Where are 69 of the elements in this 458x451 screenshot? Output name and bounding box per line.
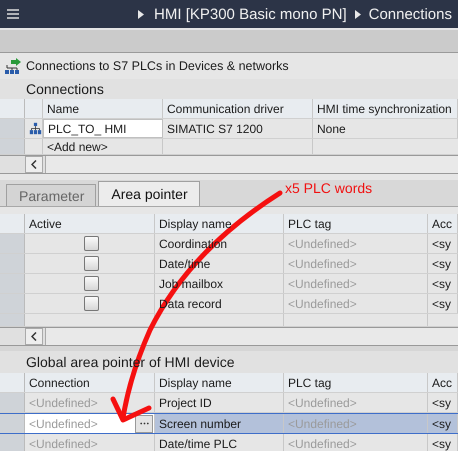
section-header: Connections — [0, 79, 458, 99]
checkbox[interactable] — [84, 256, 99, 271]
tab[interactable]: Area pointer — [98, 181, 200, 206]
row-header[interactable] — [0, 414, 25, 433]
table-cell: <sy — [428, 254, 458, 273]
column-header: Acc — [428, 373, 458, 392]
table-cell: <sy — [428, 393, 458, 412]
table-cell: <Undefined> — [25, 434, 155, 451]
column-header: Name — [43, 99, 163, 118]
table-row[interactable]: <Undefined> Date/time PLC <Undefined> <sy — [0, 434, 458, 451]
checkbox[interactable] — [84, 276, 99, 291]
tab[interactable]: Parameter — [6, 184, 96, 206]
column-header: Display name — [155, 214, 284, 233]
menu-icon[interactable] — [6, 9, 20, 19]
column-header: HMI time synchronization — [313, 99, 458, 118]
table-cell: SIMATIC S7 1200 — [163, 119, 313, 138]
row-header[interactable] — [0, 274, 25, 293]
annotation-label: x5 PLC words — [285, 180, 372, 196]
row-header[interactable] — [0, 139, 25, 154]
network-icon — [29, 122, 42, 135]
breadcrumb-item[interactable]: HMI [KP300 Basic mono PN] — [154, 6, 347, 22]
horizontal-scrollbar[interactable] — [0, 327, 458, 346]
column-header: Active — [25, 214, 155, 233]
table-cell: <sy — [428, 434, 458, 451]
breadcrumb-item[interactable]: Connections — [368, 6, 452, 22]
checkbox[interactable] — [84, 296, 99, 311]
table-cell: <Undefined> — [284, 274, 428, 293]
table-cell: <Undefined> — [25, 393, 155, 412]
row-header[interactable] — [0, 234, 25, 253]
table-cell: <sy — [428, 274, 458, 293]
table-cell: <Undefined> — [284, 294, 428, 313]
table-cell: None — [313, 119, 458, 138]
table-cell: <sy — [428, 294, 458, 313]
name-field[interactable]: PLC_TO_ HMI — [43, 119, 163, 138]
column-header: Display name — [155, 373, 284, 392]
table-cell: Screen number — [155, 414, 284, 433]
triangle-icon — [354, 10, 361, 18]
table-row[interactable]: <Undefined> Screen number <Undefined> <sy — [0, 413, 458, 434]
table-cell: <Undefined> — [284, 414, 428, 433]
table-cell: <Undefined> — [284, 434, 428, 451]
browse-button[interactable] — [135, 414, 153, 432]
row-header[interactable] — [0, 294, 25, 313]
triangle-icon — [138, 10, 144, 18]
table-cell: <sy — [428, 414, 458, 433]
row-header[interactable] — [0, 434, 25, 451]
column-header: PLC tag — [284, 373, 428, 392]
network-arrow-icon[interactable] — [5, 58, 21, 74]
table-cell: Date/time PLC — [155, 434, 284, 451]
column-header: Communication driver — [163, 99, 313, 118]
checkbox[interactable] — [84, 236, 99, 251]
table-cell: <sy — [428, 234, 458, 253]
horizontal-scrollbar[interactable] — [0, 155, 458, 174]
add-new-entry[interactable]: <Add new> — [43, 139, 163, 154]
row-header[interactable] — [0, 254, 25, 273]
row-header[interactable] — [0, 373, 25, 392]
row-header[interactable] — [0, 119, 25, 138]
column-header: Acc — [428, 214, 458, 233]
column-header: PLC tag — [284, 214, 428, 233]
table-cell: <Undefined> — [284, 393, 428, 412]
table-cell: Project ID — [155, 393, 284, 412]
table-cell: <Undefined> — [284, 234, 428, 253]
column-header: Connection — [25, 373, 155, 392]
ellipsis-icon — [140, 422, 148, 425]
row-header[interactable] — [0, 99, 25, 118]
row-header[interactable] — [0, 393, 25, 412]
devices-networks-link[interactable]: Connections to S7 PLCs in Devices & networks — [26, 59, 289, 73]
row-header[interactable] — [0, 214, 25, 233]
row-header[interactable] — [0, 314, 25, 326]
table-cell: <Undefined> — [284, 254, 428, 273]
